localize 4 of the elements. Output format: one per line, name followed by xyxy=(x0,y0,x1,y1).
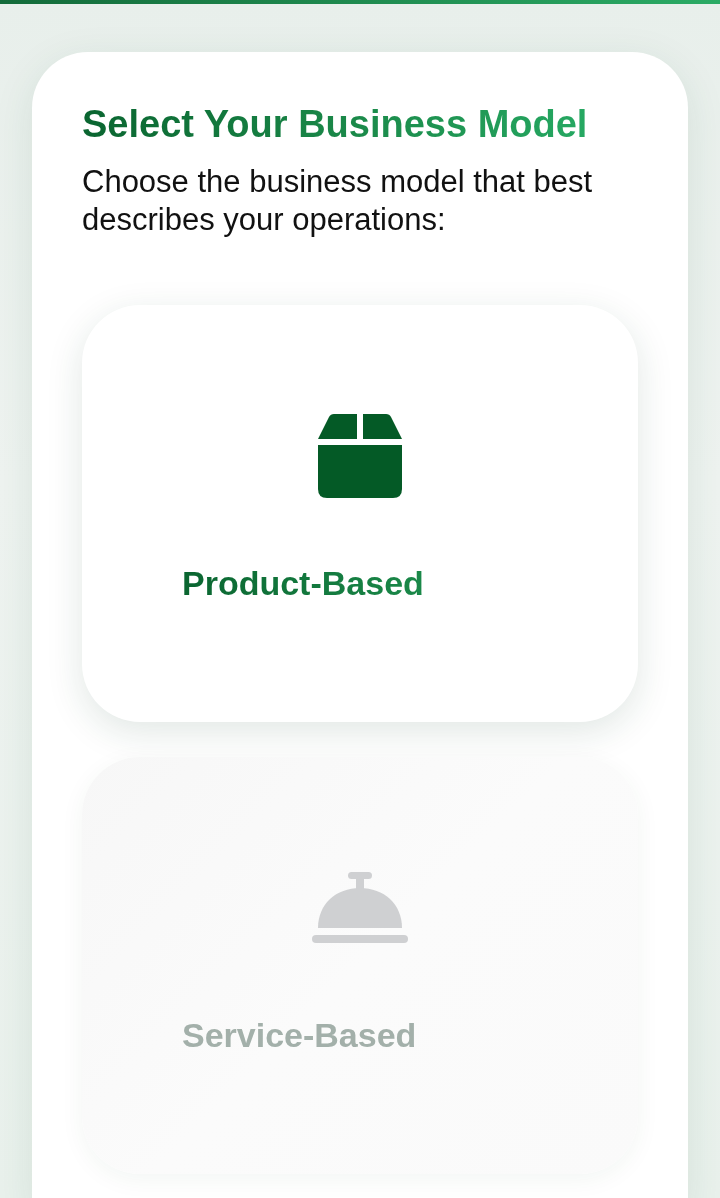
bell-icon xyxy=(312,871,408,944)
option-card[interactable]: Product-Based xyxy=(82,304,638,722)
page-subtitle: Choose the business model that best describes your operations: xyxy=(82,162,594,239)
box-icon xyxy=(318,413,402,498)
